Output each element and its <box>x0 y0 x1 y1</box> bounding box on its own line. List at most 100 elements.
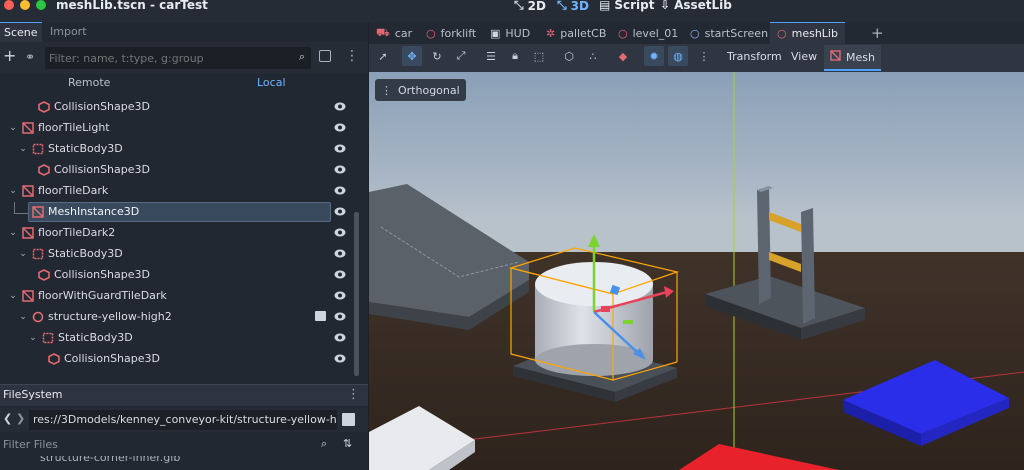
tab-scene[interactable]: Scene <box>0 22 42 42</box>
lock-icon[interactable]: 🔒︎ <box>505 46 525 66</box>
expand-arrow-icon[interactable]: ⌄ <box>8 186 18 196</box>
3d-viewport[interactable]: ⋮ Orthogonal <box>369 72 1024 470</box>
rotate-tool-icon[interactable]: ↻ <box>427 46 447 66</box>
camera-icon[interactable]: ◆ <box>613 46 633 66</box>
node3d-icon: ○ <box>618 26 628 40</box>
link-icon[interactable]: ⚭ <box>25 50 35 64</box>
expand-arrow-icon[interactable]: ⌄ <box>18 312 28 322</box>
visibility-eye-icon[interactable] <box>334 185 346 196</box>
environment-preview-icon[interactable]: ◍ <box>668 46 688 66</box>
expand-arrow-icon[interactable]: ⌄ <box>8 123 18 133</box>
scene-tab-palletcb[interactable]: ✲ palletCB <box>539 22 613 44</box>
expand-arrow-icon[interactable]: ⌄ <box>18 249 28 259</box>
tree-row[interactable]: ⌄ floorTileLight <box>0 117 352 138</box>
expand-arrow-icon[interactable]: ⌄ <box>28 333 38 343</box>
add-scene-tab-icon[interactable]: + <box>864 22 891 44</box>
visibility-eye-icon[interactable] <box>334 353 346 364</box>
visibility-eye-icon[interactable] <box>334 143 346 154</box>
filesystem-filter-input[interactable]: Filter Files <box>3 438 58 451</box>
close-window-button[interactable] <box>4 0 14 10</box>
snap-icon[interactable]: ∴ <box>583 46 603 66</box>
main-button-3d[interactable]: ⤡ 3D <box>557 0 589 13</box>
tab-import[interactable]: Import <box>46 22 91 42</box>
main-button-2d[interactable]: ⤡ 2D <box>514 0 546 13</box>
tree-row-selected[interactable]: MeshInstance3D <box>0 201 352 222</box>
local-space-icon[interactable]: ⬡ <box>559 46 579 66</box>
window-title: meshLib.tscn - carTest <box>56 0 208 12</box>
expand-arrow-icon[interactable]: ⌄ <box>8 291 18 301</box>
node3d-icon: ○ <box>426 26 436 40</box>
static-body-icon <box>42 332 54 344</box>
group-icon[interactable]: ⬚ <box>529 46 549 66</box>
visibility-eye-icon[interactable] <box>334 101 346 112</box>
open-in-editor-icon[interactable] <box>315 311 326 321</box>
scene-tab-forklift[interactable]: ○ forklift <box>419 22 483 44</box>
visibility-eye-icon[interactable] <box>334 248 346 259</box>
static-body-icon <box>32 248 44 260</box>
expand-arrow-icon[interactable]: ⌄ <box>18 144 28 154</box>
tree-row[interactable]: CollisionShape3D <box>0 96 352 117</box>
tree-row[interactable]: ⌄ floorTileDark2 <box>0 222 352 243</box>
instance-scene-icon[interactable] <box>319 50 331 62</box>
car-icon: ⛟ <box>376 25 390 39</box>
toggle-split-icon[interactable] <box>342 413 355 426</box>
sort-icon[interactable]: ⇅ <box>343 437 352 450</box>
more-options-icon[interactable]: ⋮ <box>694 46 714 66</box>
visibility-eye-icon[interactable] <box>334 206 346 217</box>
expand-arrow-icon[interactable]: ⌄ <box>8 228 18 238</box>
view-menu[interactable]: View <box>791 50 817 63</box>
mesh-instance-icon <box>830 50 841 64</box>
scene-tab-meshlib[interactable]: ○ meshLib <box>770 22 845 44</box>
tree-row[interactable]: ⌄ StaticBody3D <box>0 327 352 348</box>
scene-filter-input[interactable]: ⌕ <box>45 47 311 69</box>
scene-tab-car[interactable]: ⛟ car <box>369 22 419 44</box>
transform-menu[interactable]: Transform <box>727 50 782 63</box>
filesystem-item[interactable]: structure-corner-inner.glb <box>40 456 180 464</box>
list-icon[interactable]: ☰ <box>481 46 501 66</box>
local-button[interactable]: Local <box>257 76 286 89</box>
minimize-window-button[interactable] <box>20 0 30 10</box>
visibility-eye-icon[interactable] <box>334 269 346 280</box>
tree-row[interactable]: CollisionShape3D <box>0 348 352 369</box>
main-button-assetlib[interactable]: ⇩ AssetLib <box>660 0 732 12</box>
scene-tab-startscreen[interactable]: ○ startScreen <box>683 22 775 44</box>
title-bar: meshLib.tscn - carTest ⤡ 2D ⤡ 3D ▤ Script ⇩… <box>0 0 1024 22</box>
move-tool-icon[interactable]: ✥ <box>402 46 422 66</box>
visibility-eye-icon[interactable] <box>334 122 346 133</box>
scene-tab-hud[interactable]: ▣ HUD <box>483 22 537 44</box>
tree-row[interactable]: CollisionShape3D <box>0 264 352 285</box>
scene-tab-level01[interactable]: ○ level_01 <box>611 22 685 44</box>
tree-row[interactable]: ⌄ structure-yellow-high2 <box>0 306 352 327</box>
mesh-instance-icon <box>22 121 34 134</box>
assetlib-icon: ⇩ <box>660 0 671 12</box>
projection-menu[interactable]: ⋮ Orthogonal <box>375 79 466 101</box>
forward-icon[interactable]: ❯ <box>16 412 25 425</box>
select-tool-icon[interactable]: ➚ <box>373 46 393 66</box>
tree-row[interactable]: ⌄ floorWithGuardTileDark <box>0 285 352 306</box>
add-node-icon[interactable]: + <box>3 48 16 64</box>
tree-row[interactable]: ⌄ floorTileDark <box>0 180 352 201</box>
tree-row[interactable]: ⌄ StaticBody3D <box>0 243 352 264</box>
visibility-eye-icon[interactable] <box>334 311 346 322</box>
mesh-menu[interactable]: Mesh <box>824 45 881 71</box>
remote-button[interactable]: Remote <box>68 76 110 89</box>
maximize-window-button[interactable] <box>36 0 46 10</box>
visibility-eye-icon[interactable] <box>334 164 346 175</box>
tree-row[interactable]: CollisionShape3D <box>0 159 352 180</box>
more-options-icon[interactable]: ⋮ <box>345 48 359 64</box>
visibility-eye-icon[interactable] <box>334 227 346 238</box>
back-icon[interactable]: ❮ <box>3 412 12 425</box>
tree-row[interactable]: ⌄ StaticBody3D <box>0 138 352 159</box>
main-button-script[interactable]: ▤ Script <box>599 0 654 12</box>
scene-filter-field[interactable] <box>49 50 289 66</box>
path-field[interactable]: res://3Dmodels/kenney_conveyor-kit/struc… <box>29 410 337 430</box>
sun-preview-icon[interactable]: ✹ <box>644 46 664 66</box>
more-options-icon[interactable]: ⋮ <box>347 387 360 402</box>
scale-tool-icon[interactable]: ⤢ <box>451 46 471 66</box>
tree-guide-line <box>14 213 28 214</box>
visibility-eye-icon[interactable] <box>334 290 346 301</box>
tree-scrollbar[interactable] <box>354 212 359 376</box>
tab-filesystem[interactable]: FileSystem <box>3 388 62 401</box>
filesystem-filter: Filter Files ⌕ ⇅ <box>0 434 368 456</box>
visibility-eye-icon[interactable] <box>334 332 346 343</box>
